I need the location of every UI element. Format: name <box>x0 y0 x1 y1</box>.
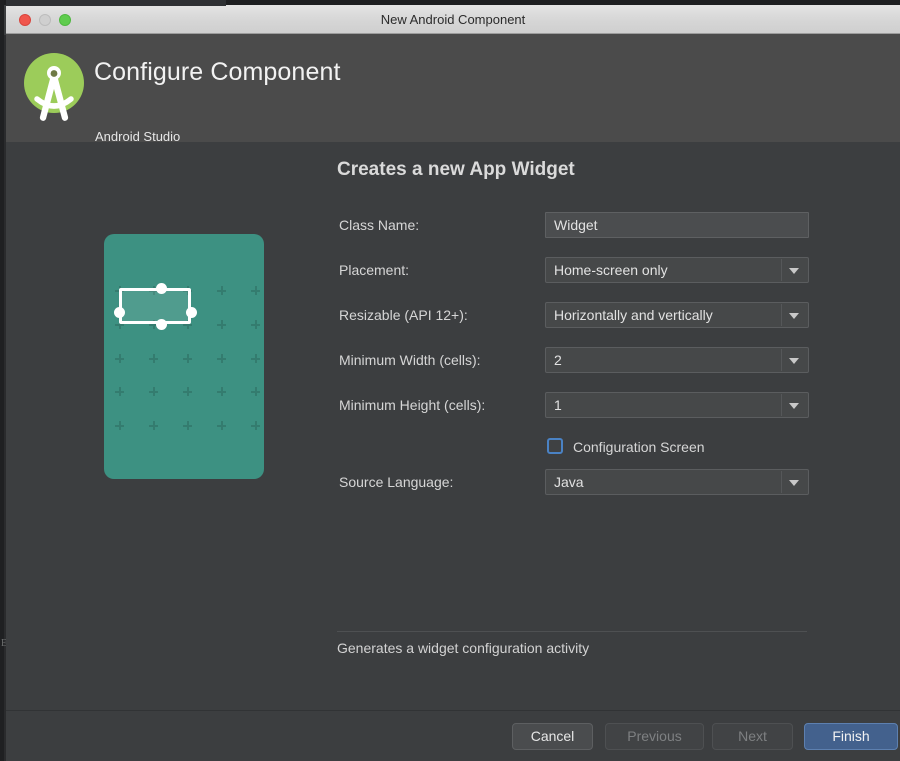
field-row-source-language: Source Language: Java <box>337 469 809 495</box>
placement-select-value: Home-screen only <box>554 262 668 278</box>
label-placement: Placement: <box>339 262 410 278</box>
field-row-class-name: Class Name: <box>337 212 809 238</box>
placement-select[interactable]: Home-screen only <box>545 257 809 283</box>
background-text-artifact: E <box>1 638 6 649</box>
field-resizable: Horizontally and vertically <box>545 302 809 328</box>
chevron-down-icon <box>789 403 799 409</box>
finish-button[interactable]: Finish <box>804 723 898 750</box>
minimum-width-select-value: 2 <box>554 352 562 368</box>
window-left-edge-inner <box>4 35 6 761</box>
chevron-down-icon <box>789 480 799 486</box>
minimum-height-select-value: 1 <box>554 397 562 413</box>
select-divider <box>781 394 782 416</box>
minimum-height-select[interactable]: 1 <box>545 392 809 418</box>
label-minimum-height: Minimum Height (cells): <box>339 397 486 413</box>
field-row-resizable: Resizable (API 12+): Horizontally and ve… <box>337 302 809 328</box>
select-divider <box>781 304 782 326</box>
background-window-sliver <box>6 0 226 6</box>
configuration-screen-checkbox[interactable] <box>547 438 563 454</box>
field-row-placement: Placement: Home-screen only <box>337 257 809 283</box>
next-button[interactable]: Next <box>712 723 793 750</box>
field-placement: Home-screen only <box>545 257 809 283</box>
dialog-window: E New Android Component Configure Compon… <box>0 0 900 761</box>
field-minimum-width: 2 <box>545 347 809 373</box>
field-row-configuration-screen: Configuration Screen <box>337 435 807 459</box>
previous-button[interactable]: Previous <box>605 723 704 750</box>
minimum-width-select[interactable]: 2 <box>545 347 809 373</box>
resizable-select-value: Horizontally and vertically <box>554 307 713 323</box>
label-minimum-width: Minimum Width (cells): <box>339 352 481 368</box>
label-class-name: Class Name: <box>339 217 420 233</box>
source-language-select-value: Java <box>554 474 584 490</box>
field-source-language: Java <box>545 469 809 495</box>
class-name-input[interactable] <box>545 212 809 238</box>
chevron-down-icon <box>789 268 799 274</box>
hint-text: Generates a widget configuration activit… <box>337 640 590 656</box>
cancel-button[interactable]: Cancel <box>512 723 593 750</box>
source-language-select[interactable]: Java <box>545 469 809 495</box>
select-divider <box>781 259 782 281</box>
chevron-down-icon <box>789 313 799 319</box>
title-bar: New Android Component <box>6 5 900 34</box>
page-title: Configure Component <box>94 58 341 86</box>
page-subtitle: Android Studio <box>95 129 181 144</box>
label-source-language: Source Language: <box>339 474 454 490</box>
configuration-screen-label[interactable]: Configuration Screen <box>573 435 705 459</box>
field-class-name <box>545 212 809 238</box>
field-row-minimum-height: Minimum Height (cells): 1 <box>337 392 809 418</box>
chevron-down-icon <box>789 358 799 364</box>
configure-form: Class Name: Placement: Home-screen only … <box>6 142 900 710</box>
field-row-minimum-width: Minimum Width (cells): 2 <box>337 347 809 373</box>
window-title: New Android Component <box>380 12 526 27</box>
resizable-select[interactable]: Horizontally and vertically <box>545 302 809 328</box>
dialog-button-bar: Cancel Previous Next Finish <box>6 710 900 761</box>
hint-divider <box>337 631 807 632</box>
android-studio-logo-icon <box>19 50 89 123</box>
dialog-header: Configure Component Android Studio <box>6 34 900 144</box>
label-resizable: Resizable (API 12+): <box>339 307 468 323</box>
select-divider <box>781 471 782 493</box>
dialog-body: Creates a new App Widget Class Name: Wid… <box>6 142 900 710</box>
field-minimum-height: 1 <box>545 392 809 418</box>
select-divider <box>781 349 782 371</box>
